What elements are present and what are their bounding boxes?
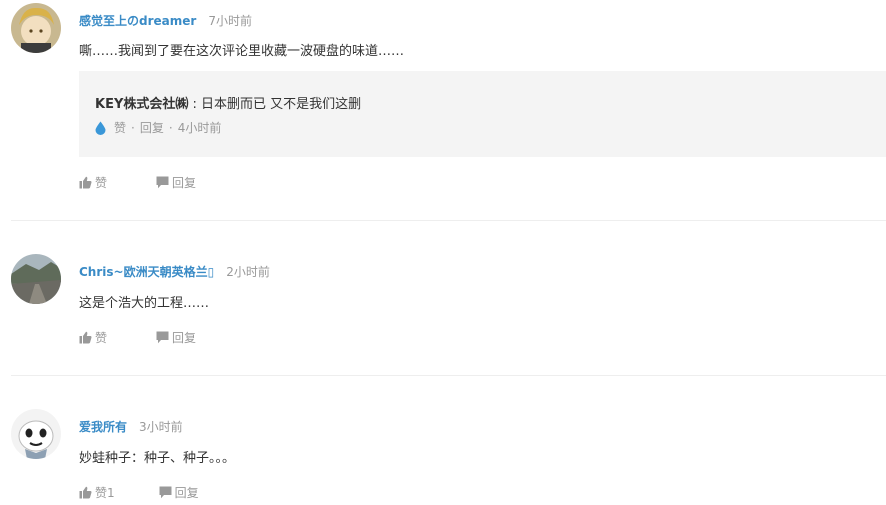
comment-text: 嘶……我闻到了要在这次评论里收藏一波硬盘的味道…… [79,44,405,59]
comment-actions: 赞 回复 [79,329,196,346]
reply-box: KEY株式会社㈱ : 日本删而已 又不是我们这删 赞 · 回复 · 4小时前 [79,71,886,157]
reply-label: 回复 [174,486,199,500]
thumbs-up-icon [79,486,92,499]
username-link[interactable]: Chris~欧洲天朝英格兰▯ [79,265,214,279]
thumbs-up-icon [79,331,92,344]
reply-separator: : [188,97,202,112]
timestamp: 3小时前 [139,420,183,434]
thumbs-up-icon [79,176,92,189]
timestamp: 2小时前 [226,265,270,279]
speech-bubble-icon [156,176,169,189]
separator-dot: · [168,120,173,135]
reply-text: 日本删而已 又不是我们这删 [201,97,362,112]
comment-meta: 爱我所有 3小时前 [79,418,183,435]
username-link[interactable]: 感觉至上のdreamer [79,14,196,28]
reply-reply-button[interactable]: 回复 [140,119,164,136]
reply-meta: 赞 · 回复 · 4小时前 [95,119,221,136]
reply-author-link[interactable]: KEY株式会社㈱ [95,97,188,112]
speech-bubble-icon [159,486,172,499]
comment-text: 妙蛙种子：种子、种子。。。 [79,451,236,466]
comment-meta: Chris~欧洲天朝英格兰▯ 2小时前 [79,263,270,280]
comment-actions: 赞 回复 [79,174,196,191]
comment-actions: 赞1 回复 [79,484,199,501]
separator-dot: · [131,120,135,135]
like-label: 赞 [95,176,108,190]
reply-label: 回复 [172,176,197,190]
comment-text: 这是个浩大的工程…… [79,296,210,311]
divider [11,375,886,376]
avatar[interactable] [11,254,61,304]
avatar[interactable] [11,3,61,53]
avatar[interactable] [11,409,61,459]
like-button[interactable]: 赞 [79,329,107,346]
divider [11,220,886,221]
timestamp: 7小时前 [208,14,252,28]
reply-content: KEY株式会社㈱ : 日本删而已 又不是我们这删 [95,93,361,112]
like-button[interactable]: 赞1 [79,484,115,501]
water-drop-icon [95,121,106,135]
like-button[interactable]: 赞 [79,174,107,191]
reply-timestamp: 4小时前 [177,121,222,135]
reply-button[interactable]: 回复 [156,174,196,191]
reply-button[interactable]: 回复 [156,329,196,346]
username-link[interactable]: 爱我所有 [79,420,127,434]
like-label: 赞1 [95,486,115,500]
reply-like-button[interactable]: 赞 [114,119,126,136]
speech-bubble-icon [156,331,169,344]
reply-button[interactable]: 回复 [159,484,199,501]
like-label: 赞 [95,331,108,345]
comment-meta: 感觉至上のdreamer 7小时前 [79,12,252,29]
reply-label: 回复 [172,331,197,345]
